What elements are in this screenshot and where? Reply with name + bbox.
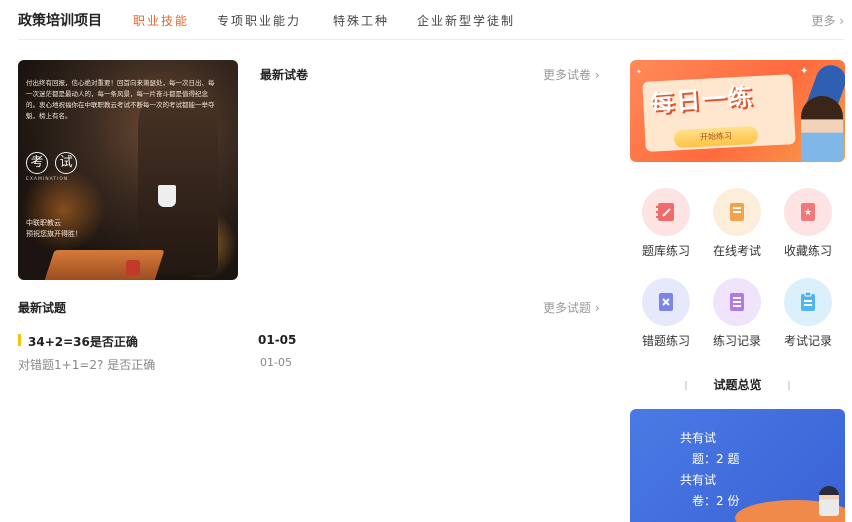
shortcut-online-exam[interactable]: 在线考试 bbox=[707, 188, 767, 258]
coffee-cup bbox=[158, 185, 176, 207]
shortcut-label: 题库练习 bbox=[641, 244, 690, 258]
nav-more-link[interactable]: 更多 › bbox=[811, 12, 844, 29]
shortcut-label: 收藏练习 bbox=[783, 244, 832, 258]
shortcut-label: 在线考试 bbox=[712, 244, 761, 258]
project-title: 政策培训项目 bbox=[18, 13, 102, 29]
candle-shape bbox=[126, 260, 140, 276]
laptop-shape bbox=[41, 250, 165, 280]
latest-papers-title: 最新试卷 bbox=[260, 68, 309, 82]
shortcut-practice-record[interactable]: 练习记录 bbox=[707, 278, 767, 348]
banner-motto: 付出终有回报，信心绝对重要！回首向来萧瑟处，每一次日出、每一次迷茫都是最动人的，… bbox=[26, 79, 215, 120]
shortcut-label: 考试记录 bbox=[783, 334, 832, 348]
shortcut-wrong-questions[interactable]: 错题练习 bbox=[636, 278, 696, 348]
paper-count-label: 共有试 bbox=[680, 473, 717, 487]
shortcut-exam-record[interactable]: 考试记录 bbox=[778, 278, 838, 348]
shortcut-label: 错题练习 bbox=[641, 334, 690, 348]
question-title[interactable]: 34+2=36是否正确 bbox=[28, 333, 138, 350]
exam-char-ring: 试 bbox=[55, 152, 78, 174]
question-date: 01-05 bbox=[260, 356, 292, 369]
question-bank-icon bbox=[642, 188, 690, 236]
shortcut-label: 练习记录 bbox=[712, 334, 761, 348]
favorite-practice-icon: ★ bbox=[784, 188, 832, 236]
question-row[interactable]: 对错题1+1=2? 是否正确 01-05 bbox=[18, 355, 298, 373]
question-count-label: 共有试 bbox=[680, 431, 717, 445]
overview-title-text: 试题总览 bbox=[713, 378, 762, 392]
man-illustration bbox=[819, 486, 839, 516]
exam-char-ring: 考 bbox=[26, 152, 48, 174]
title-divider bbox=[787, 381, 790, 390]
blessing-line: 预祝您旗开得胜！ bbox=[26, 230, 82, 238]
wrong-question-icon bbox=[642, 278, 690, 326]
exam-emblem: 考 试 bbox=[26, 152, 78, 174]
exam-record-icon bbox=[784, 278, 832, 326]
blessing-line: 中联职教云 bbox=[26, 219, 61, 227]
more-questions-link[interactable]: 更多试题 › bbox=[543, 299, 600, 316]
shortcut-favorite-practice[interactable]: ★ 收藏练习 bbox=[778, 188, 838, 258]
overview-card: 共有试 题：2 题 共有试 卷：2 份 bbox=[630, 409, 845, 522]
practice-record-icon bbox=[713, 278, 761, 326]
shortcut-question-bank[interactable]: 题库练习 bbox=[636, 188, 696, 258]
title-divider bbox=[685, 381, 688, 390]
daily-practice-card[interactable]: 每日一练 开始练习 ✦ ✦ bbox=[630, 60, 845, 162]
more-papers-link[interactable]: 更多试卷 › bbox=[543, 66, 600, 83]
paper-count-value: 卷：2 份 bbox=[692, 494, 740, 508]
exam-subtitle: EXAMINATION bbox=[26, 177, 69, 182]
sparkle-icon: ✦ bbox=[800, 66, 809, 77]
latest-questions-title: 最新试题 bbox=[18, 301, 67, 315]
question-row[interactable]: 34+2=36是否正确 01-05 bbox=[18, 332, 298, 350]
online-exam-icon bbox=[713, 188, 761, 236]
overview-title: 试题总览 bbox=[630, 376, 845, 393]
question-marker bbox=[18, 334, 21, 346]
girl-illustration bbox=[801, 96, 843, 162]
svg-text:★: ★ bbox=[804, 208, 812, 218]
question-date: 01-05 bbox=[258, 333, 297, 347]
tab-special-vocational-ability[interactable]: 专项职业能力 bbox=[217, 12, 301, 29]
question-title[interactable]: 对错题1+1=2? 是否正确 bbox=[18, 356, 155, 373]
tab-vocational-skills[interactable]: 职业技能 bbox=[133, 12, 189, 29]
tab-special-trades[interactable]: 特殊工种 bbox=[333, 12, 389, 29]
top-nav: 政策培训项目 职业技能 专项职业能力 特殊工种 企业新型学徒制 更多 › bbox=[18, 0, 844, 40]
daily-practice-title: 每日一练 bbox=[649, 82, 756, 118]
exam-banner-image[interactable]: 付出终有回报，信心绝对重要！回首向来萧瑟处，每一次日出、每一次迷茫都是最动人的，… bbox=[18, 60, 238, 280]
question-count-value: 题：2 题 bbox=[692, 452, 740, 466]
sparkle-icon: ✦ bbox=[636, 68, 642, 76]
banner-blessing: 中联职教云 预祝您旗开得胜！ bbox=[26, 218, 82, 240]
tab-enterprise-apprenticeship[interactable]: 企业新型学徒制 bbox=[417, 12, 515, 29]
